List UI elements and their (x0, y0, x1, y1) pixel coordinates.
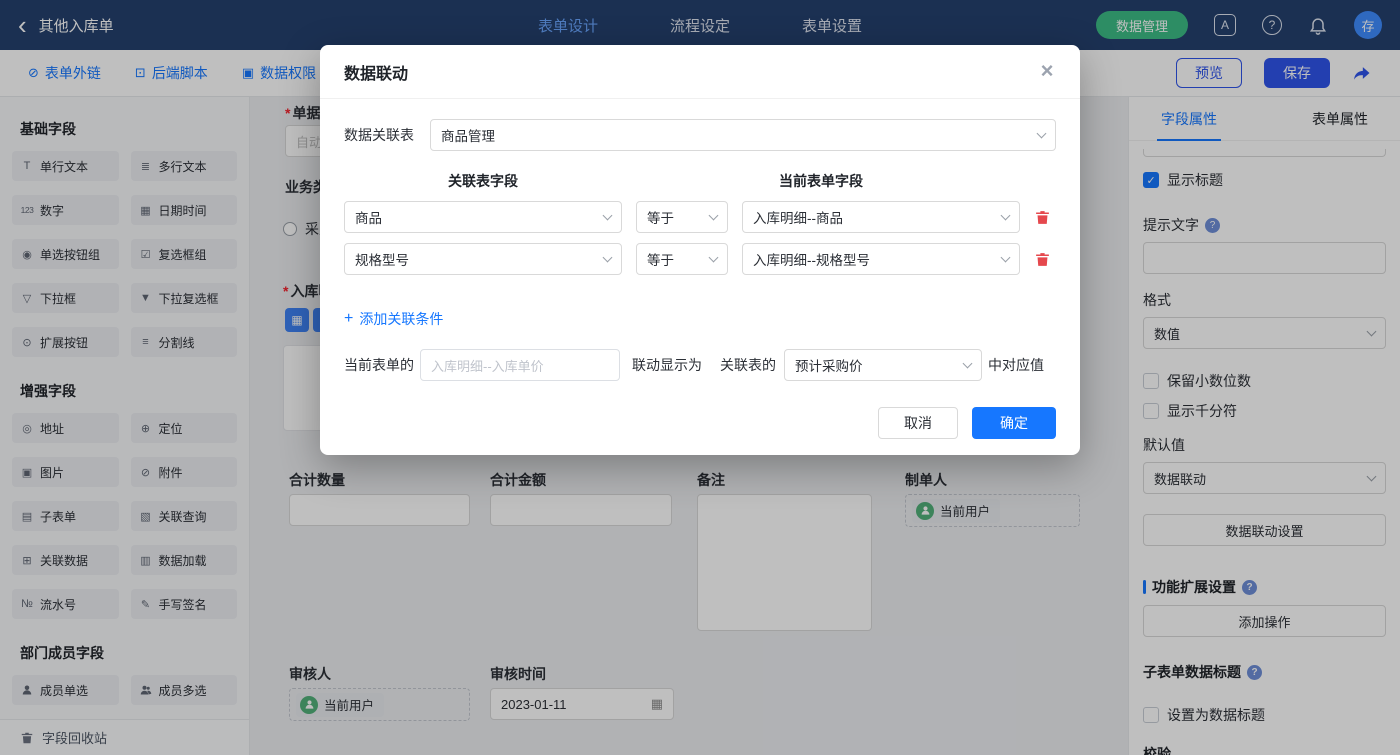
related-table-value: 商品管理 (441, 129, 495, 144)
plus-icon: + (344, 310, 354, 327)
current-form-prefix-label: 当前表单的 (344, 357, 414, 373)
column-spacer (622, 171, 682, 191)
condition-row: 规格型号 等于 入库明细--规格型号 (344, 243, 1056, 275)
related-table-row: 数据关联表 商品管理 (344, 119, 1056, 151)
form-field-value: 入库明细--规格型号 (753, 253, 870, 268)
current-form-field-input[interactable] (420, 349, 620, 381)
delete-condition-icon[interactable] (1034, 209, 1051, 226)
close-icon[interactable]: × (1034, 57, 1060, 85)
chevron-down-icon (708, 210, 719, 221)
related-table-prefix-label: 关联表的 (720, 357, 776, 373)
add-condition-label: 添加关联条件 (359, 311, 444, 327)
chevron-down-icon (962, 358, 973, 369)
modal-header: 数据联动 × (320, 45, 1080, 99)
data-linkage-modal: 数据联动 × 数据关联表 商品管理 关联表字段 当前表单字段 商品 等于 入库明… (320, 45, 1080, 455)
related-field-select-1[interactable]: 规格型号 (344, 243, 622, 275)
linkage-mapping-row: 当前表单的 联动显示为 关联表的 预计采购价 中对应值 (344, 349, 1056, 381)
chevron-down-icon (602, 252, 613, 263)
related-table-select[interactable]: 商品管理 (430, 119, 1056, 151)
form-field-value: 入库明细--商品 (753, 211, 843, 226)
operator-value: 等于 (647, 253, 674, 268)
related-field-select-0[interactable]: 商品 (344, 201, 622, 233)
form-field-select-0[interactable]: 入库明细--商品 (742, 201, 1020, 233)
display-as-label: 联动显示为 (632, 357, 702, 373)
delete-condition-icon[interactable] (1034, 251, 1051, 268)
modal-body: 数据关联表 商品管理 关联表字段 当前表单字段 商品 等于 入库明细--商品 规… (320, 99, 1080, 439)
modal-footer: 取消 确定 (344, 407, 1056, 439)
confirm-button[interactable]: 确定 (972, 407, 1056, 439)
chevron-down-icon (708, 252, 719, 263)
related-display-field-select[interactable]: 预计采购价 (784, 349, 982, 381)
operator-select-0[interactable]: 等于 (636, 201, 728, 233)
related-field-value: 商品 (355, 211, 382, 226)
form-field-select-1[interactable]: 入库明细--规格型号 (742, 243, 1020, 275)
add-condition-link[interactable]: + 添加关联条件 (344, 309, 443, 329)
related-display-field-value: 预计采购价 (795, 359, 863, 374)
chevron-down-icon (1000, 252, 1011, 263)
value-suffix-label: 中对应值 (988, 357, 1044, 373)
condition-column-headers: 关联表字段 当前表单字段 (344, 171, 1056, 191)
operator-select-1[interactable]: 等于 (636, 243, 728, 275)
operator-value: 等于 (647, 211, 674, 226)
chevron-down-icon (1000, 210, 1011, 221)
related-table-label: 数据关联表 (344, 127, 414, 143)
chevron-down-icon (1036, 128, 1047, 139)
chevron-down-icon (602, 210, 613, 221)
form-designer-app: ‹ 其他入库单 表单设计 流程设定 表单设置 数据管理 A ? 存 ⊘ 表单外链… (0, 0, 1400, 755)
modal-title: 数据联动 (344, 65, 409, 83)
condition-row: 商品 等于 入库明细--商品 (344, 201, 1056, 233)
related-field-column-header: 关联表字段 (448, 173, 518, 189)
current-form-column-header: 当前表单字段 (779, 173, 863, 189)
related-field-value: 规格型号 (355, 253, 409, 268)
cancel-button[interactable]: 取消 (878, 407, 958, 439)
